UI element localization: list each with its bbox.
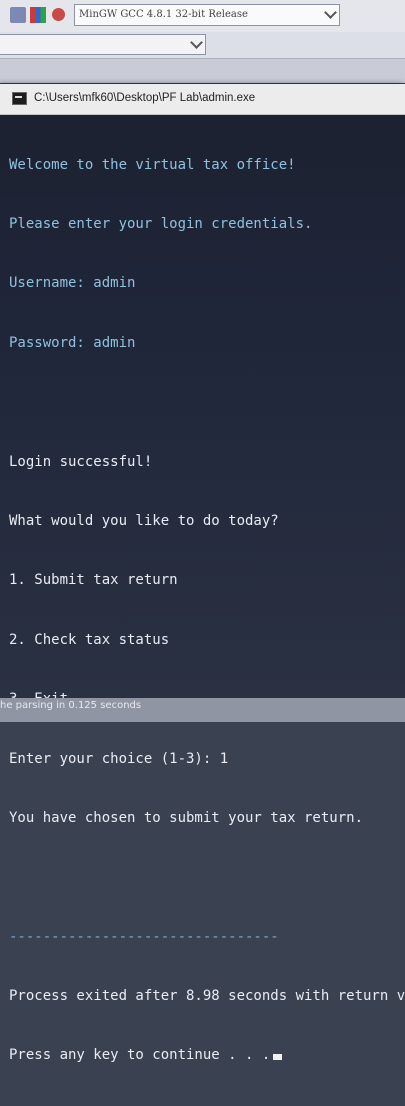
chevron-down-icon[interactable] — [324, 6, 337, 19]
console-line: You have chosen to submit your tax retur… — [9, 809, 364, 826]
console-line: Username: admin — [9, 275, 136, 292]
console-window[interactable]: C:\Users\mfk60\Desktop\PF Lab\admin.exe … — [0, 84, 405, 1063]
console-title: C:\Users\mfk60\Desktop\PF Lab\admin.exe — [34, 92, 256, 104]
console-line: Welcome to the virtual tax office! — [9, 156, 296, 173]
console-line: 2. Check tax status — [9, 631, 170, 648]
console-line: Password: admin — [9, 334, 136, 351]
ide-tab-area — [0, 59, 405, 83]
ide-status-bar: he parsing in 0.125 seconds — [0, 698, 405, 722]
project-icon[interactable] — [10, 7, 26, 23]
ide-toolbar-secondary — [0, 32, 405, 59]
scope-select[interactable] — [0, 34, 206, 55]
console-line: 1. Submit tax return — [9, 572, 178, 589]
console-line: Enter your choice (1-3): 1 — [9, 750, 229, 767]
console-line: Please enter your login credentials. — [9, 215, 313, 232]
compiler-select-value: MinGW GCC 4.8.1 32-bit Release — [79, 9, 248, 20]
chart-icon[interactable] — [30, 7, 46, 23]
console-line: What would you like to do today? — [9, 512, 279, 529]
console-line: Press any key to continue . . . — [9, 1047, 271, 1064]
text-cursor — [273, 1054, 283, 1061]
status-text: he parsing in 0.125 seconds — [0, 700, 142, 711]
console-line: Login successful! — [9, 453, 153, 470]
console-app-icon — [12, 92, 27, 105]
chevron-down-icon[interactable] — [190, 36, 203, 49]
console-line: Process exited after 8.98 seconds with r… — [9, 988, 405, 1005]
console-separator: -------------------------------- — [9, 928, 279, 945]
debug-icon[interactable] — [52, 8, 65, 21]
ide-toolbar: MinGW GCC 4.8.1 32-bit Release — [0, 0, 405, 33]
console-titlebar[interactable]: C:\Users\mfk60\Desktop\PF Lab\admin.exe — [0, 84, 405, 115]
console-line-prompt: Press any key to continue . . . — [9, 1046, 405, 1066]
console-output: Welcome to the virtual tax office! Pleas… — [9, 116, 405, 1106]
compiler-select[interactable]: MinGW GCC 4.8.1 32-bit Release — [74, 4, 340, 26]
